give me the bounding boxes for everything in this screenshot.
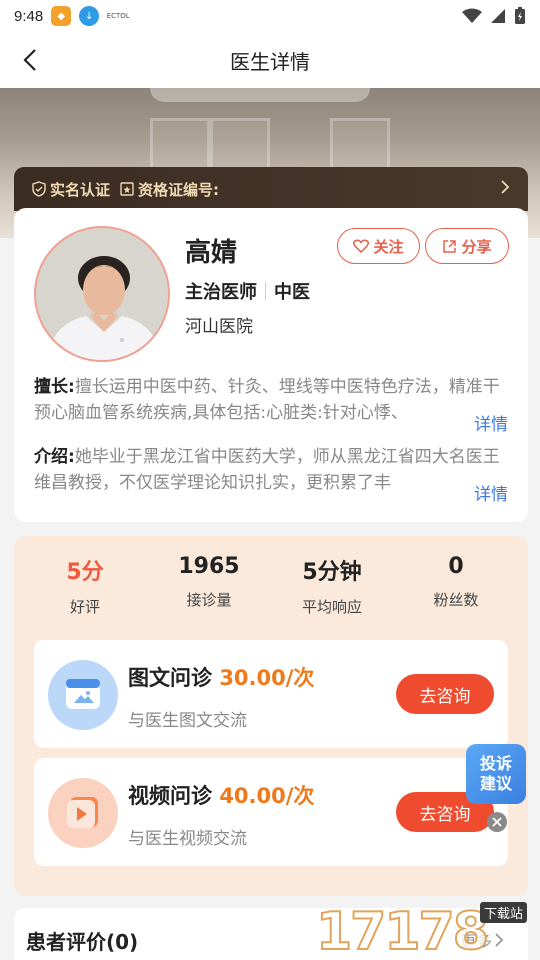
chevron-left-icon: [23, 49, 36, 71]
watermark: 17178 下载站: [315, 900, 540, 960]
realname-cert-label: 实名认证: [50, 180, 111, 199]
stat-value: 5分: [66, 560, 104, 585]
watermark-tag: 下载站: [480, 902, 528, 923]
stat-label: 接诊量: [186, 591, 232, 609]
stat-label: 平均响应: [301, 598, 362, 616]
follow-button[interactable]: 关注: [337, 228, 420, 264]
follow-label: 关注: [373, 237, 404, 256]
status-bar: 9:48 ◆ ↓ ECTOL: [0, 0, 540, 32]
image-consult-item[interactable]: 图文问诊 30.00/次 与医生图文交流 去咨询: [34, 640, 508, 748]
doctor-department: 中医: [274, 282, 310, 303]
feedback-line2: 建议: [479, 774, 512, 793]
doctor-specialty: 擅长:擅长运用中医中药、针灸、埋线等中医特色疗法，精准干预心脑血管系统疾病,具体…: [34, 374, 508, 426]
divider: [265, 282, 266, 300]
license-cert-label: 资格证编号:: [138, 180, 220, 199]
page-title: 医生详情: [230, 49, 310, 74]
wifi-icon: [462, 8, 482, 23]
ceiling-light: [150, 88, 370, 102]
consult-title: 图文问诊 30.00/次: [128, 662, 314, 692]
shield-check-icon: [32, 181, 46, 197]
stat-fans: 0 粉丝数: [396, 554, 516, 610]
stat-value: 0: [448, 554, 464, 579]
reviews-title: 患者评价(0): [26, 930, 139, 954]
doctor-name: 高婧: [185, 238, 238, 268]
certification-bar[interactable]: 实名认证 资格证编号:: [14, 167, 528, 211]
feedback-label: 投诉 建议: [480, 754, 512, 794]
close-float-button[interactable]: [487, 812, 507, 832]
intro-label: 介绍:: [34, 447, 75, 467]
share-button[interactable]: 分享: [425, 228, 509, 264]
intro-text: 她毕业于黑龙江省中医药大学，师从黑龙江省四大名医王维昌教授，不仅医学理论知识扎实…: [34, 447, 500, 493]
image-chat-icon: [48, 660, 118, 730]
share-icon: [443, 239, 457, 253]
feedback-float-button[interactable]: 投诉 建议: [466, 744, 526, 804]
stat-value: 1965: [178, 554, 240, 579]
stat-label: 好评: [69, 598, 100, 616]
back-button[interactable]: [14, 44, 46, 76]
specialty-text: 擅长运用中医中药、针灸、埋线等中医特色疗法，精准干预心脑血管系统疾病,具体包括:…: [34, 377, 500, 423]
consult-price: 40.00/次: [219, 784, 315, 808]
chevron-right-icon: [500, 180, 510, 198]
app-notification-icon-2: ECTOL: [106, 12, 130, 20]
feedback-line1: 投诉: [479, 754, 512, 773]
doctor-avatar: [34, 226, 170, 362]
nav-bar: 医生详情: [0, 32, 540, 88]
doctor-title: 主治医师: [185, 282, 257, 303]
doctor-hospital: 河山医院: [185, 317, 253, 337]
license-cert: 资格证编号:: [120, 179, 219, 200]
consult-title: 视频问诊 40.00/次: [128, 780, 314, 810]
share-label: 分享: [461, 237, 492, 256]
realname-cert: 实名认证: [32, 179, 110, 200]
doctor-profile-card: 高婧 关注 分享 主治医师 中医 河山医院 擅长:擅长运用中医中药、针灸、埋线等…: [14, 208, 528, 522]
consult-price: 30.00/次: [219, 666, 315, 690]
app-notification-icon: ◆: [51, 6, 72, 26]
stat-response-time: 5分钟 平均响应: [272, 554, 392, 617]
doctor-introduction: 介绍:她毕业于黑龙江省中医药大学，师从黑龙江省四大名医王维昌教授，不仅医学理论知…: [34, 444, 508, 496]
heart-icon: [353, 239, 370, 253]
consult-description: 与医生图文交流: [128, 711, 247, 731]
consult-description: 与医生视频交流: [128, 829, 247, 849]
specialty-more-link[interactable]: 详情: [456, 410, 508, 435]
stat-rating: 5分 好评: [25, 554, 145, 617]
status-indicators: [462, 7, 526, 25]
stat-label: 粉丝数: [433, 591, 479, 609]
video-consult-item[interactable]: 视频问诊 40.00/次 与医生视频交流 去咨询: [34, 758, 508, 866]
signal-icon: [491, 9, 505, 23]
image-consult-button[interactable]: 去咨询: [396, 674, 494, 714]
battery-icon: [515, 7, 525, 24]
watermark-digits: 17178: [315, 901, 490, 960]
doctor-title-row: 主治医师 中医: [185, 278, 310, 304]
video-chat-icon: [48, 778, 118, 848]
intro-more-link[interactable]: 详情: [456, 480, 508, 505]
stat-consultations: 1965 接诊量: [149, 554, 269, 610]
stat-value: 5分钟: [302, 560, 362, 585]
specialty-label: 擅长:: [34, 377, 75, 397]
consult-name: 视频问诊: [128, 784, 212, 808]
close-icon: [492, 817, 502, 827]
consult-name: 图文问诊: [128, 666, 212, 690]
stats-consult-card: 5分 好评 1965 接诊量 5分钟 平均响应 0 粉丝数 图文问诊 30.00…: [14, 536, 528, 896]
status-time: 9:48: [14, 7, 44, 25]
certificate-icon: [120, 182, 134, 196]
download-notification-icon: ↓: [79, 6, 100, 26]
